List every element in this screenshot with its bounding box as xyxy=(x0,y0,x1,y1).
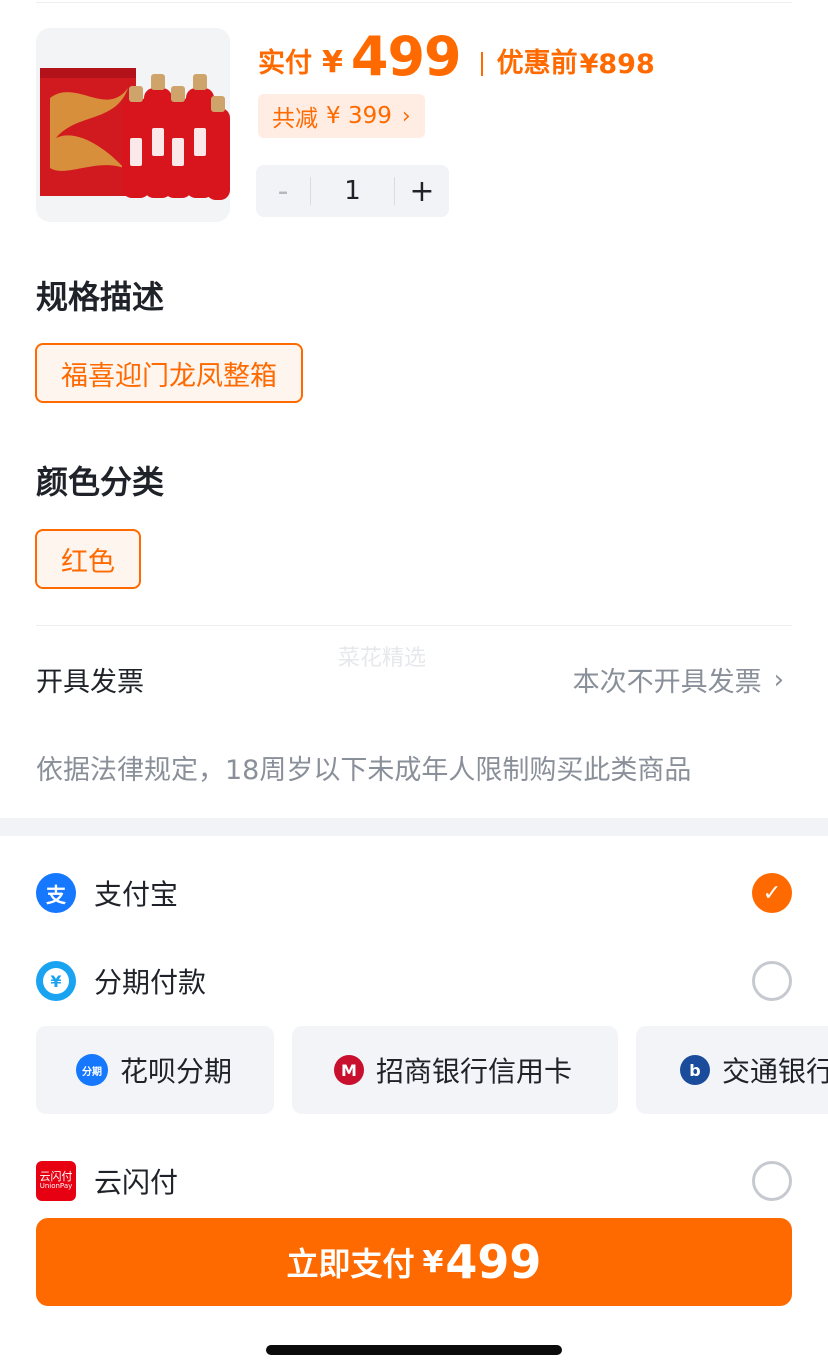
product-image[interactable] xyxy=(36,28,230,222)
discount-label: 共减 xyxy=(272,106,318,132)
quantity-stepper: - 1 + xyxy=(256,165,449,217)
pay-button-currency: ¥ xyxy=(422,1244,444,1280)
payment-option-installment[interactable]: ¥ 分期付款 xyxy=(36,956,792,1006)
quantity-value[interactable]: 1 xyxy=(311,176,394,206)
yunshanfu-icon-subtext: UnionPay xyxy=(39,1182,73,1191)
invoice-label: 开具发票 xyxy=(36,667,144,698)
payment-option-unionpay[interactable]: 云闪付 UnionPay 云闪付 xyxy=(36,1156,792,1206)
section-band xyxy=(0,818,828,836)
installment-icon: ¥ xyxy=(36,961,76,1001)
installment-option-bocom[interactable]: b 交通银行 xyxy=(636,1026,828,1114)
yunshanfu-icon: 云闪付 UnionPay xyxy=(36,1161,76,1201)
installment-option-label: 花呗分期 xyxy=(120,1055,233,1088)
spec-title: 规格描述 xyxy=(36,278,165,316)
pay-now-button[interactable]: 立即支付 ¥ 499 xyxy=(36,1218,792,1306)
invoice-value: 本次不开具发票 xyxy=(572,667,762,698)
color-option-selected[interactable]: 红色 xyxy=(35,529,141,589)
legal-note: 依据法律规定，18周岁以下未成年人限制购买此类商品 xyxy=(36,755,692,786)
price-separator xyxy=(480,52,483,76)
installment-icon-glyph: ¥ xyxy=(43,968,69,994)
product-image-graphic xyxy=(36,28,230,222)
home-indicator xyxy=(266,1345,562,1355)
payment-label: 云闪付 xyxy=(94,1166,179,1199)
checkout-page: 实付 ¥ 499 优惠前 ¥898 共减 ¥ 399 › - 1 + 规格描述 … xyxy=(0,0,828,1371)
installment-options: 分期 花呗分期 M 招商银行信用卡 b 交通银行 xyxy=(36,1026,828,1114)
radio-unchecked-icon[interactable] xyxy=(752,961,792,1001)
top-divider xyxy=(36,2,792,3)
payment-label: 支付宝 xyxy=(94,878,179,911)
installment-option-label: 招商银行信用卡 xyxy=(376,1055,573,1088)
decrease-button[interactable]: - xyxy=(256,174,310,209)
radio-checked-icon[interactable]: ✓ xyxy=(752,873,792,913)
section-divider xyxy=(36,625,792,626)
increase-button[interactable]: + xyxy=(395,174,449,209)
payment-label: 分期付款 xyxy=(94,966,207,999)
pay-amount: 499 xyxy=(350,25,462,88)
spec-option-selected[interactable]: 福喜迎门龙凤整箱 xyxy=(35,343,303,403)
cmb-icon: M xyxy=(334,1055,364,1085)
installment-option-huabei[interactable]: 分期 花呗分期 xyxy=(36,1026,274,1114)
invoice-selector[interactable]: 本次不开具发票 › xyxy=(573,660,784,699)
original-price-label: 优惠前 xyxy=(496,48,578,79)
color-title: 颜色分类 xyxy=(36,463,165,501)
pay-currency: ¥ xyxy=(322,45,343,80)
payment-option-alipay[interactable]: 支 支付宝 ✓ xyxy=(36,868,792,918)
huabei-icon: 分期 xyxy=(76,1054,108,1086)
discount-amount: ¥ 399 xyxy=(326,103,392,129)
pay-label: 实付 xyxy=(258,48,312,79)
bocom-icon: b xyxy=(680,1055,710,1085)
alipay-icon: 支 xyxy=(36,873,76,913)
original-price: ¥898 xyxy=(579,49,655,80)
pay-button-amount: 499 xyxy=(445,1235,542,1289)
discount-chip[interactable]: 共减 ¥ 399 › xyxy=(258,94,425,138)
watermark: 菜花精选 xyxy=(338,646,427,671)
pay-button-label: 立即支付 xyxy=(286,1245,415,1283)
installment-option-label: 交通银行 xyxy=(722,1055,828,1088)
installment-option-cmb[interactable]: M 招商银行信用卡 xyxy=(292,1026,618,1114)
price-row: 实付 ¥ 499 优惠前 ¥898 xyxy=(258,28,655,90)
chevron-right-icon: › xyxy=(773,664,784,695)
chevron-right-icon: › xyxy=(401,103,411,129)
radio-unchecked-icon[interactable] xyxy=(752,1161,792,1201)
